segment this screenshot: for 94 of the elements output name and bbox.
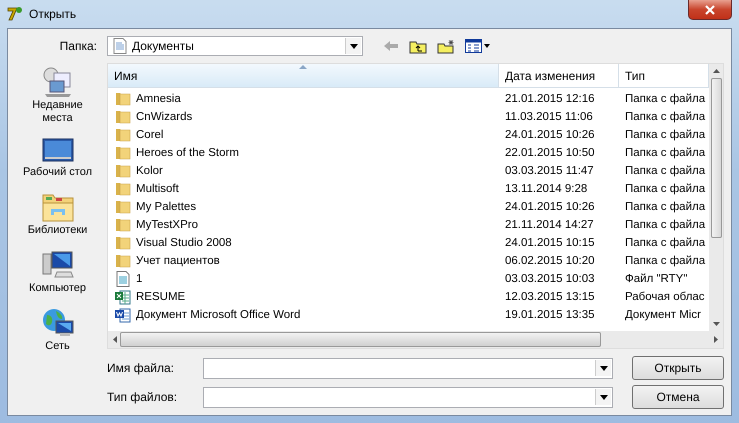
folder-icon	[115, 92, 131, 106]
folder-icon	[115, 110, 131, 124]
file-name-cell[interactable]: Visual Studio 2008	[108, 236, 499, 250]
name-column-header[interactable]: Имя	[108, 64, 499, 87]
folder-icon	[115, 218, 131, 232]
document-icon	[113, 38, 127, 54]
file-name-cell[interactable]: 1	[108, 271, 499, 287]
file-name-cell[interactable]: Учет пациентов	[108, 254, 499, 268]
sort-arrow-icon	[299, 65, 307, 69]
file-name-label: Имя файла:	[107, 361, 175, 375]
place-item[interactable]: Недавние места	[16, 67, 98, 125]
horizontal-scrollbar[interactable]	[108, 331, 723, 348]
file-icon	[115, 271, 131, 287]
folder-icon	[115, 182, 131, 196]
close-icon	[704, 4, 716, 14]
type-cell-text: Папка с файла	[624, 165, 706, 177]
up-folder-icon[interactable]	[409, 38, 427, 54]
type-cell-text: Файл "RTY"	[624, 273, 688, 285]
date-cell-text: 24.01.2015 10:26	[504, 201, 596, 213]
type-cell-text: Документ Micr	[624, 309, 702, 321]
caret-icon	[350, 44, 358, 48]
network-globe-icon	[42, 308, 74, 338]
file-name-cell[interactable]: RESUME	[108, 289, 499, 305]
spreadsheet-icon	[115, 289, 131, 305]
date-cell-text: 03.03.2015 10:03	[504, 273, 596, 285]
folder-icon	[115, 128, 131, 142]
folder-icon	[115, 254, 131, 268]
scroll-down-icon	[712, 322, 720, 326]
type-cell-text: Папка с файла	[624, 219, 706, 231]
computer-icon	[42, 250, 74, 280]
file-name-field[interactable]	[203, 358, 613, 378]
type-cell-text: Папка с файла	[624, 129, 706, 141]
file-name-cell[interactable]: My Palettes	[108, 200, 499, 214]
date-cell-text: 21.11.2014 14:27	[504, 219, 595, 231]
date-cell-text: 19.01.2015 13:35	[504, 309, 596, 321]
file-name-cell[interactable]: Amnesia	[108, 92, 499, 106]
folder-label: Папка:	[60, 39, 97, 53]
type-cell-text: Папка с файла	[624, 201, 706, 213]
date-cell-text: 06.02.2015 10:20	[504, 255, 596, 267]
monitor-icon	[42, 138, 74, 164]
window-title: Открыть	[29, 7, 76, 21]
type-cell-text: Папка с файла	[624, 93, 706, 105]
place-item[interactable]: Рабочий стол	[16, 138, 98, 179]
place-item[interactable]: Компьютер	[16, 250, 98, 295]
folder-dropdown[interactable]: Документы	[107, 36, 363, 56]
close-button[interactable]	[688, 0, 732, 20]
date-column-header[interactable]: Дата изменения	[499, 64, 619, 87]
place-item[interactable]: Библиотеки	[16, 192, 98, 237]
libraries-folder-icon	[42, 192, 74, 222]
type-cell-text: Рабочая облас	[624, 291, 706, 303]
date-cell-text: 22.01.2015 10:50	[504, 147, 596, 159]
folder-icon	[115, 146, 131, 160]
type-cell-text: Папка с файла	[624, 183, 706, 195]
scroll-thumb[interactable]	[120, 332, 601, 347]
date-cell-text: 24.01.2015 10:26	[504, 129, 596, 141]
caret-icon	[600, 366, 608, 370]
view-menu-icon[interactable]	[465, 39, 491, 53]
file-type-dropdown[interactable]	[203, 386, 613, 408]
file-name-cell[interactable]: Heroes of the Storm	[108, 146, 499, 160]
date-cell-text: 12.03.2015 13:15	[504, 291, 596, 303]
file-name-cell[interactable]: Документ Microsoft Office Word	[108, 307, 499, 323]
caret-icon	[600, 394, 608, 400]
file-name-cell[interactable]: CnWizards	[108, 110, 499, 124]
scroll-left-icon	[113, 336, 117, 343]
type-column-header[interactable]: Тип	[619, 64, 709, 87]
cancel-button[interactable]: Отмена	[632, 385, 724, 409]
file-name-cell[interactable]: Corel	[108, 128, 499, 142]
folder-icon	[115, 236, 131, 250]
file-name-cell[interactable]: MyTestXPro	[108, 218, 499, 232]
date-cell-text: 21.01.2015 12:16	[504, 93, 596, 105]
date-cell-text: 13.11.2014 9:28	[504, 183, 588, 195]
date-cell-text: 24.01.2015 10:15	[504, 237, 596, 249]
date-cell-text: 03.03.2015 11:47	[504, 165, 595, 177]
scroll-right-icon	[714, 336, 718, 343]
type-cell-text: Папка с файла	[624, 255, 706, 267]
folder-icon	[115, 164, 131, 178]
back-arrow-icon[interactable]	[383, 39, 399, 53]
word-document-icon	[115, 307, 131, 323]
folder-icon	[115, 200, 131, 214]
app-logo-icon	[7, 6, 23, 22]
date-cell-text: 11.03.2015 11:06	[504, 111, 594, 123]
type-cell-text: Папка с файла	[624, 237, 706, 249]
recent-places-icon	[42, 67, 74, 97]
type-cell-text: Папка с файла	[624, 147, 706, 159]
vertical-scrollbar[interactable]	[709, 64, 723, 331]
scroll-thumb[interactable]	[710, 78, 722, 238]
file-name-cell[interactable]: Kolor	[108, 164, 499, 178]
place-item[interactable]: Сеть	[16, 308, 98, 353]
open-button[interactable]: Открыть	[632, 356, 724, 380]
scroll-up-icon	[712, 69, 720, 73]
new-folder-icon[interactable]	[437, 38, 455, 54]
file-name-cell[interactable]: Multisoft	[108, 182, 499, 196]
type-cell-text: Папка с файла	[624, 111, 706, 123]
file-type-label: Тип файлов:	[107, 390, 178, 404]
